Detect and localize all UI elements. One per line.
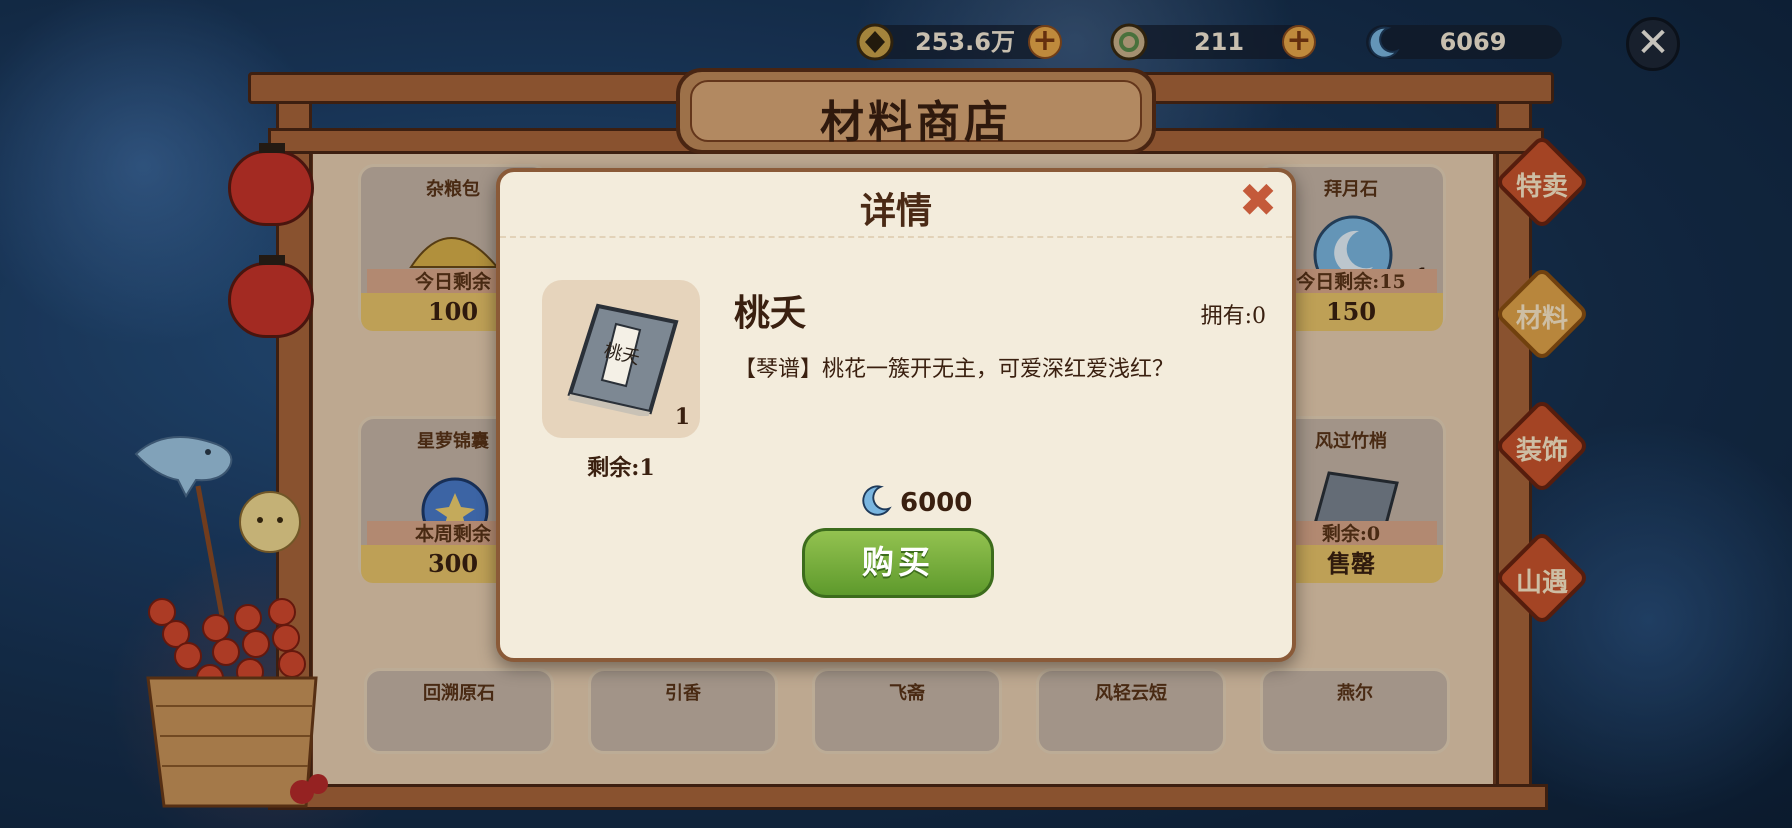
item-name: 桃夭 xyxy=(734,292,807,334)
music-book-icon: 桃夭 xyxy=(567,303,679,416)
item-thumbnail: 桃夭 1 xyxy=(542,280,700,438)
item-remaining: 剩余:1 xyxy=(587,455,655,481)
close-dialog-button[interactable]: ✖ xyxy=(1236,177,1280,223)
item-description: 【琴谱】桃花一簇开无主，可爱深红爱浅红？ xyxy=(734,357,1175,382)
buy-button[interactable]: 购买 xyxy=(802,528,994,598)
dialog-header: 详情 ✖ xyxy=(500,172,1292,238)
price-value: 6000 xyxy=(900,488,973,518)
dialog-title: 详情 xyxy=(859,190,932,232)
item-owned: 拥有:0 xyxy=(1200,304,1266,329)
moon-icon xyxy=(858,482,894,525)
item-detail-dialog: 详情 ✖ 桃夭 1 剩余:1 桃夭 拥有:0 【琴谱】桃花一簇开无主，可爱深红爱… xyxy=(496,168,1296,662)
item-count: 1 xyxy=(674,404,690,430)
item-price: 6000 xyxy=(858,482,972,525)
